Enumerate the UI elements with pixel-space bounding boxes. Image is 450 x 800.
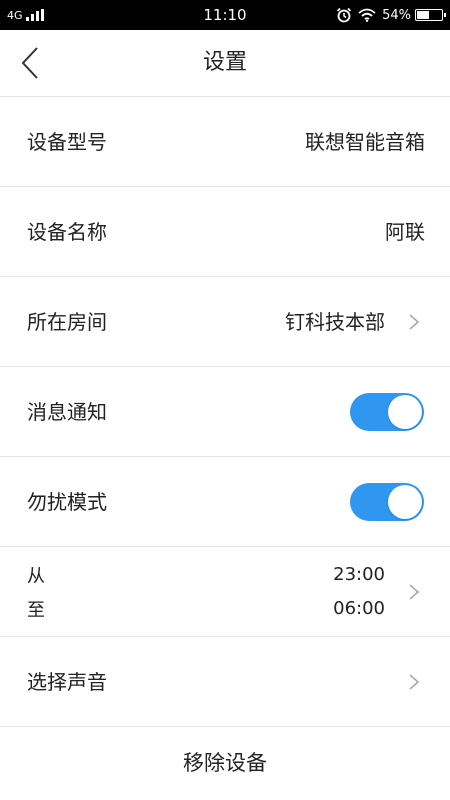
chevron-right-icon	[409, 674, 420, 690]
to-label: 至	[27, 600, 45, 621]
device-name-value: 阿联	[385, 220, 425, 244]
battery-percent: 54%	[382, 7, 411, 23]
battery-fill	[417, 11, 429, 19]
toggle-knob	[388, 395, 422, 429]
dnd-toggle[interactable]	[350, 483, 424, 521]
notification-row: 消息通知	[0, 367, 450, 457]
device-model-label: 设备型号	[27, 130, 107, 154]
device-model-value: 联想智能音箱	[305, 130, 425, 154]
from-label: 从	[27, 566, 45, 587]
device-name-label: 设备名称	[27, 220, 107, 244]
device-model-row: 设备型号 联想智能音箱	[0, 97, 450, 187]
battery-icon	[415, 9, 446, 21]
wifi-icon	[358, 8, 376, 22]
nav-bar: 设置	[0, 30, 450, 97]
dnd-row: 勿扰模式	[0, 457, 450, 547]
from-time-value: 23:00	[333, 564, 385, 585]
device-name-row[interactable]: 设备名称 阿联	[0, 187, 450, 277]
dnd-time-row[interactable]: 从 至 23:00 06:00	[0, 547, 450, 637]
chevron-right-icon	[409, 314, 420, 330]
dnd-label: 勿扰模式	[27, 490, 107, 514]
room-value: 钉科技本部	[285, 310, 385, 334]
notification-toggle[interactable]	[350, 393, 424, 431]
select-sound-row[interactable]: 选择声音	[0, 637, 450, 727]
chevron-right-icon	[409, 584, 420, 600]
status-bar: 4G 11:10 54%	[0, 0, 450, 30]
select-sound-label: 选择声音	[27, 670, 107, 694]
room-row[interactable]: 所在房间 钉科技本部	[0, 277, 450, 367]
remove-device-button[interactable]: 移除设备	[0, 727, 450, 800]
page-title: 设置	[202, 50, 247, 75]
status-right: 54%	[330, 0, 446, 30]
to-time-value: 06:00	[333, 598, 385, 619]
notification-label: 消息通知	[27, 400, 107, 424]
room-label: 所在房间	[27, 310, 107, 334]
alarm-icon	[336, 7, 352, 23]
toggle-knob	[388, 485, 422, 519]
